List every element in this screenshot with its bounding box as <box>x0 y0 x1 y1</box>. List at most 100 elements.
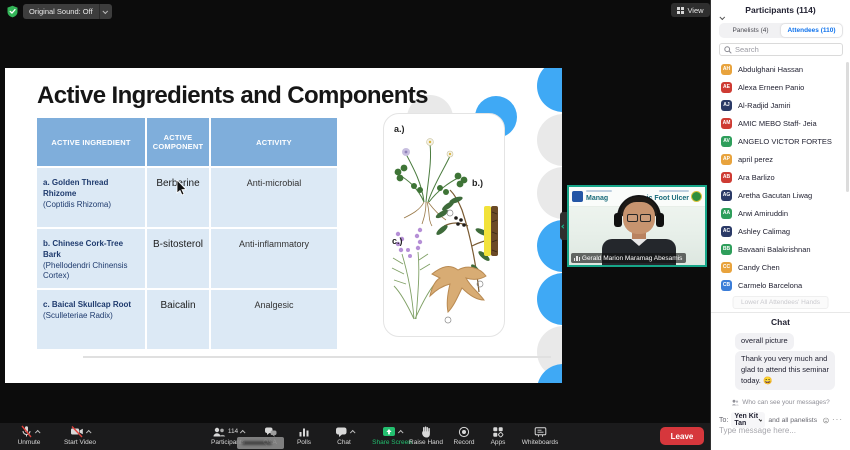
video-strip-collapse-handle[interactable] <box>560 212 567 240</box>
to-label: To: <box>719 417 728 424</box>
leave-button[interactable]: Leave <box>660 427 704 445</box>
attendee-row[interactable]: AA Arwi Amiruddin <box>711 204 850 222</box>
table-header-cell: ACTIVITY <box>211 118 337 166</box>
attendee-row[interactable]: BB Bavaani Balakrishnan <box>711 240 850 258</box>
apps-label: Apps <box>491 439 506 446</box>
chat-button[interactable]: Chat <box>326 425 362 446</box>
chevron-up-icon[interactable] <box>349 429 355 435</box>
whiteboards-icon <box>534 426 547 438</box>
collapse-arrow-icon <box>561 224 565 228</box>
banner-text-fragment: Manag <box>586 195 608 202</box>
original-sound-label: Original Sound: Off <box>23 4 99 19</box>
table-cell-ingredient: b. Chinese Cork-Tree Bark (Phellodendri … <box>37 229 145 288</box>
chevron-up-icon[interactable] <box>34 429 40 435</box>
chat-panel-header: Chat <box>711 314 850 330</box>
table-cell-ingredient: a. Golden Thread Rhizome (Coptidis Rhizo… <box>37 168 145 227</box>
figure-label-b: b.) <box>472 178 483 188</box>
chevron-up-icon[interactable] <box>398 429 404 435</box>
attendee-row[interactable]: AC Ashley Calimag <box>711 222 850 240</box>
participants-panel-header: Participants (114) <box>711 0 850 20</box>
search-icon <box>724 46 732 54</box>
unmute-label: Unmute <box>18 439 41 446</box>
avatar: BB <box>721 244 732 255</box>
attendee-name: Carmelo Barcelona <box>738 281 802 290</box>
apps-button[interactable]: Apps <box>482 425 514 446</box>
active-speaker-video[interactable]: Manag ic Foot Ulcer Gerald Marion Marama… <box>567 185 707 267</box>
emoji-icon[interactable] <box>823 416 829 425</box>
attendee-row[interactable]: AP april perez <box>711 150 850 168</box>
table-cell-ingredient: c. Baical Skullcap Root (Sculleteriae Ra… <box>37 290 145 349</box>
decor-circle <box>537 68 562 112</box>
slide-footer-divider <box>83 356 551 358</box>
whiteboards-button[interactable]: Whiteboards <box>514 425 566 446</box>
more-options-icon[interactable]: ··· <box>832 418 843 422</box>
whiteboards-label: Whiteboards <box>522 439 559 446</box>
attendee-name: Candy Chen <box>738 263 780 272</box>
share-screen-icon <box>382 426 396 438</box>
table-cell-activity: Analgesic <box>211 290 337 349</box>
original-sound-dropdown[interactable] <box>99 4 112 19</box>
chevron-down-icon <box>719 14 725 20</box>
tab-panelists[interactable]: Panelists (4) <box>720 24 781 37</box>
botanical-illustration <box>384 114 504 335</box>
table-cell-component: Baicalin <box>147 290 209 349</box>
figure-label-c: c.) <box>392 236 403 246</box>
headphone-earcup <box>656 213 664 227</box>
participants-icon <box>212 426 226 438</box>
speaker-name-tag: Gerald Marion Maramag Abesamis <box>571 253 686 263</box>
avatar: AA <box>721 208 732 219</box>
chat-message-input[interactable] <box>719 426 843 435</box>
table-header-cell: ACTIVE INGREDIENT <box>37 118 145 166</box>
chat-message: Thank you very much and glad to attend t… <box>735 351 835 390</box>
table-header-cell: ACTIVE COMPONENT <box>147 118 209 166</box>
attendee-row[interactable]: AJ Al-Radjid Jamiri <box>711 96 850 114</box>
chat-message: overall picture <box>735 333 794 350</box>
attendee-row[interactable]: AE Alexa Erneen Panio <box>711 78 850 96</box>
ingredient-latin: (Phellodendri Chinensis Cortex) <box>43 261 128 281</box>
attendee-row[interactable]: CB Carmelo Barcelona <box>711 276 850 294</box>
speaker-name: Gerald Marion Maramag Abesamis <box>582 255 682 262</box>
start-video-button[interactable]: Start Video <box>54 425 106 446</box>
chat-label: Chat <box>337 439 351 446</box>
attendee-row[interactable]: AV ANGELO VICTOR FORTES <box>711 132 850 150</box>
main-stage: Original Sound: Off View Active Ingredie… <box>0 0 710 450</box>
chevron-down-icon <box>102 8 108 14</box>
original-sound-toggle[interactable]: Original Sound: Off <box>23 4 112 19</box>
decor-circle <box>537 167 562 219</box>
record-button[interactable]: Record <box>446 425 482 446</box>
participants-panel-title: Participants (114) <box>745 5 815 15</box>
mouse-cursor <box>176 180 187 196</box>
view-button[interactable]: View <box>671 3 710 17</box>
attendee-name: Aretha Gacutan Liwag <box>738 191 812 200</box>
tab-attendees[interactable]: Attendees (110) <box>781 24 842 37</box>
chat-bubble-icon <box>335 426 348 438</box>
audio-level-icon <box>574 255 580 261</box>
polls-label: Polls <box>297 439 311 446</box>
chevron-down-icon <box>759 417 763 421</box>
ingredient-name: c. Baical Skullcap Root <box>43 300 131 309</box>
participants-search[interactable] <box>719 43 843 56</box>
panel-scrollbar[interactable] <box>846 62 849 192</box>
attendee-row[interactable]: AB Ara Barlizo <box>711 168 850 186</box>
search-input[interactable] <box>735 45 835 54</box>
polls-button[interactable]: Polls <box>288 425 320 446</box>
attendee-name: Arwi Amiruddin <box>738 209 788 218</box>
speaker-glasses <box>625 214 653 223</box>
ingredient-name: a. Golden Thread Rhizome <box>43 178 108 198</box>
chevron-up-icon[interactable] <box>86 429 92 435</box>
chevron-up-icon[interactable] <box>240 429 246 435</box>
attendee-row[interactable]: AH Abdulghani Hassan <box>711 60 850 78</box>
attendee-row[interactable]: AM AMIC MEBO Staff- Jeia <box>711 114 850 132</box>
avatar: AG <box>721 190 732 201</box>
lower-all-hands-button[interactable]: Lower All Attendees' Hands <box>732 296 829 309</box>
mic-muted-icon <box>20 425 33 438</box>
zoom-meeting-window: Original Sound: Off View Active Ingredie… <box>0 0 850 450</box>
attendee-row[interactable]: AG Aretha Gacutan Liwag <box>711 186 850 204</box>
raise-hand-button[interactable]: Raise Hand <box>404 425 448 446</box>
unmute-button[interactable]: Unmute <box>8 425 50 446</box>
chat-privacy-note[interactable]: Who can see your messages? <box>711 399 850 406</box>
attendee-name: Alexa Erneen Panio <box>738 83 804 92</box>
decor-circle <box>537 220 562 272</box>
attendee-list: AH Abdulghani Hassan AE Alexa Erneen Pan… <box>711 60 850 294</box>
attendee-row[interactable]: CC Candy Chen <box>711 258 850 276</box>
